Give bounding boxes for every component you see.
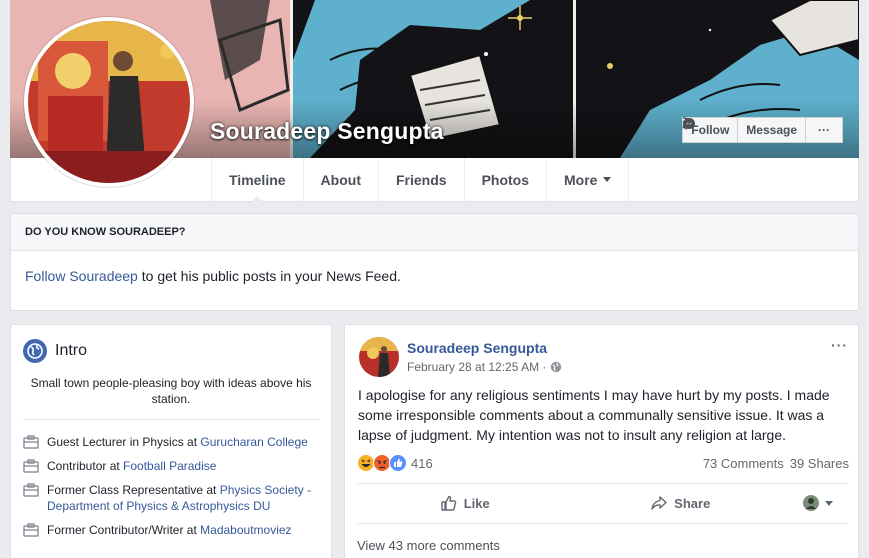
message-label: Message [746, 123, 797, 137]
chevron-down-icon [825, 500, 833, 506]
do-you-know-card: DO YOU KNOW SOURADEEP? Follow Souradeep … [10, 213, 859, 311]
post-author-avatar[interactable] [359, 337, 399, 377]
post-options-button[interactable]: ··· [831, 337, 848, 353]
post-as-selector[interactable] [788, 484, 848, 522]
profile-photo-image [28, 21, 190, 183]
reactions[interactable]: 416 [357, 454, 433, 472]
post-author-name[interactable]: Souradeep Sengupta [407, 340, 547, 356]
intro-item-prefix: Former Contributor/Writer at [47, 523, 201, 537]
share-arrow-icon [651, 496, 667, 510]
profile-picture[interactable] [24, 17, 194, 187]
follow-label: Follow [691, 123, 730, 137]
more-options-label: ··· [818, 123, 830, 137]
briefcase-icon [23, 523, 39, 537]
post-counts: 73 Comments 39 Shares [703, 456, 849, 471]
briefcase-icon [23, 435, 39, 449]
post-stats: 416 73 Comments 39 Shares [357, 453, 849, 473]
intro-item-text: Former Contributor/Writer at Madaboutmov… [47, 522, 292, 538]
tab-about-label: About [320, 171, 361, 188]
profile-photo [28, 21, 190, 183]
tab-friends-label: Friends [395, 171, 447, 188]
avatar-image [359, 337, 399, 377]
intro-item-link[interactable]: Gurucharan College [200, 435, 307, 449]
comments-count[interactable]: 73 Comments [703, 456, 784, 471]
intro-item-work: Guest Lecturer in Physics at Gurucharan … [23, 434, 319, 450]
profile-name[interactable]: Souradeep Sengupta [210, 118, 444, 145]
reaction-count[interactable]: 416 [411, 456, 433, 471]
follow-text: to get his public posts in your News Fee… [137, 268, 401, 284]
intro-card: Intro Small town people-pleasing boy wit… [10, 324, 332, 558]
do-you-know-heading: DO YOU KNOW SOURADEEP? [11, 214, 858, 251]
briefcase-icon [23, 459, 39, 473]
message-button[interactable]: Message [683, 117, 806, 143]
thumbs-up-icon [441, 495, 457, 511]
tab-friends[interactable]: Friends [377, 158, 464, 201]
like-reaction-icon [389, 454, 407, 472]
intro-item-prefix: Contributor at [47, 459, 124, 473]
intro-item-prefix: Former Class Representative at [47, 483, 220, 497]
intro-item-link[interactable]: Madaboutmoviez [200, 523, 291, 537]
intro-item-text: Contributor at Football Paradise [47, 458, 216, 474]
tab-photos[interactable]: Photos [463, 158, 546, 201]
more-options-button[interactable]: ··· [806, 117, 843, 143]
do-you-know-body: Follow Souradeep to get his public posts… [11, 251, 858, 301]
intro-item-link[interactable]: Football Paradise [123, 459, 216, 473]
like-button[interactable]: Like [357, 484, 573, 522]
intro-item-work: Former Class Representative at Physics S… [23, 482, 319, 514]
share-label: Share [674, 495, 711, 511]
intro-title: Intro [55, 342, 88, 359]
messenger-icon [683, 118, 696, 130]
profile-tabs: Timeline About Friends Photos More [211, 158, 630, 202]
view-more-comments-link[interactable]: View 43 more comments [357, 538, 500, 553]
user-avatar-icon [803, 495, 819, 511]
post-time-text[interactable]: February 28 at 12:25 AM · [407, 360, 546, 374]
globe-icon [23, 339, 47, 363]
follow-link[interactable]: Follow Souradeep [25, 268, 138, 284]
briefcase-icon [23, 483, 39, 497]
tab-timeline-label: Timeline [229, 171, 286, 188]
share-button[interactable]: Share [573, 484, 789, 522]
tab-more[interactable]: More [546, 158, 630, 201]
cover-actions: Follow Message ··· [682, 117, 843, 143]
post-text: I apologise for any religious sentiments… [358, 387, 830, 443]
intro-item-work: Former Contributor/Writer at Madaboutmov… [23, 522, 319, 538]
intro-list: Guest Lecturer in Physics at Gurucharan … [11, 420, 331, 538]
tab-about[interactable]: About [302, 158, 378, 201]
shares-count[interactable]: 39 Shares [790, 456, 849, 471]
post-timestamp: February 28 at 12:25 AM · [407, 360, 562, 374]
intro-item-prefix: Guest Lecturer in Physics at [47, 435, 201, 449]
post-card: Souradeep Sengupta February 28 at 12:25 … [344, 324, 859, 558]
tab-timeline[interactable]: Timeline [211, 158, 303, 202]
intro-bio: Small town people-pleasing boy with idea… [30, 376, 312, 406]
intro-header: Intro [11, 325, 331, 363]
intro-item-text: Former Class Representative at Physics S… [47, 482, 319, 514]
tab-more-label: More [564, 171, 598, 188]
like-label: Like [463, 495, 490, 511]
intro-item-work: Contributor at Football Paradise [23, 458, 319, 474]
divider [357, 523, 848, 524]
intro-item-text: Guest Lecturer in Physics at Gurucharan … [47, 434, 308, 450]
post-actions: Like Share [357, 484, 848, 522]
tab-photos-label: Photos [481, 171, 530, 188]
chevron-down-icon [603, 177, 612, 182]
public-globe-icon[interactable] [550, 361, 562, 373]
